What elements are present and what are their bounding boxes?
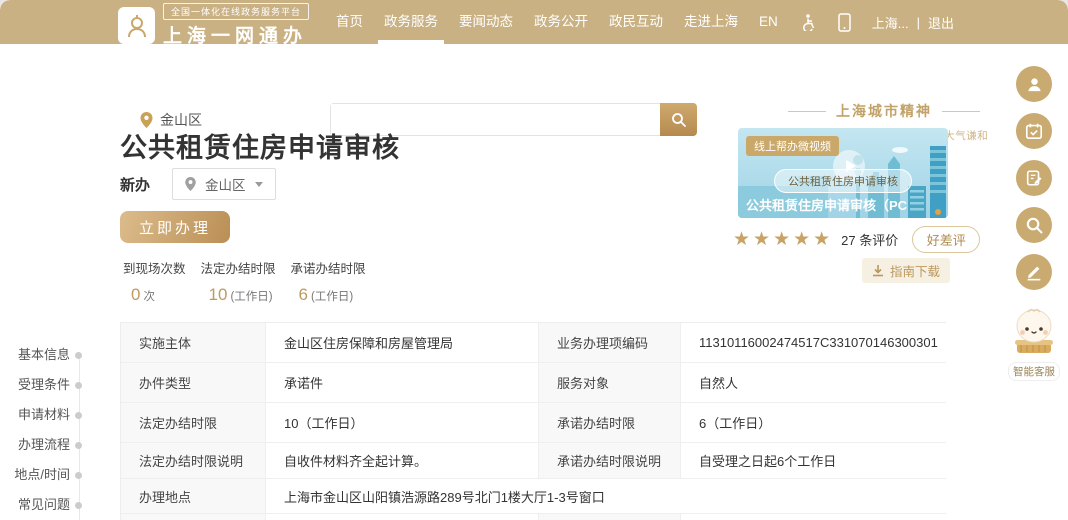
appointment-button[interactable] [1016,113,1052,149]
user-icon [1025,75,1044,94]
nav-about-shanghai[interactable]: 走进上海 [684,0,738,44]
feedback-form-button[interactable] [1016,160,1052,196]
type-row: 新办 金山区 [120,168,276,200]
anchor-dot [75,442,82,449]
table-row: 实施主体 金山区住房保障和房屋管理局 业务办理项编码 1131011600247… [121,323,945,363]
floating-toolbar: 智能客服 [1013,66,1055,381]
video-badge: 线上帮办微视频 [746,136,839,156]
decor-line-left [788,111,826,112]
region-value: 金山区 [205,174,246,194]
logout-link[interactable]: 退出 [928,13,954,32]
table-row-address: 办理地点 上海市金山区山阳镇浩源路289号北门1楼大厅1-3号窗口 [121,479,945,514]
anchor-location-time[interactable]: 地点/时间 [0,468,70,482]
stat-legal-limit: 法定办结时限 10(工作日) [201,258,276,305]
table-row: 办件类型 承诺件 服务对象 自然人 [121,363,945,403]
region-dropdown[interactable]: 金山区 [172,168,276,200]
table-row: 法定办结时限说明 自收件材料齐全起计算。 承诺办结时限说明 自受理之日起6个工作… [121,443,945,479]
star-rating-icons: ★★★★★ [733,230,833,249]
username[interactable]: 上海... [872,13,909,32]
anchor-dot [75,352,82,359]
user-area: 上海... | 退出 [872,13,954,32]
nav-home[interactable]: 首页 [336,0,363,44]
stat-promised-limit-value: 6 [299,285,308,304]
search-button[interactable] [660,103,697,136]
stat-visits: 到现场次数 0次 [123,258,186,305]
anchor-dot [75,412,82,419]
stat-legal-limit-value: 10 [209,285,228,304]
anchor-faq[interactable]: 常见问题 [0,498,70,512]
search-icon [671,112,687,128]
video-caption: 公共租赁住房申请审核（PC [746,195,907,214]
table-row: 法定办结时限 10（工作日） 承诺办结时限 6（工作日） [121,403,945,443]
basic-info-table: 实施主体 金山区住房保障和房屋管理局 业务办理项编码 1131011600247… [120,322,946,520]
anchor-dot [75,502,82,509]
help-video-thumbnail[interactable]: 线上帮办微视频 公共租赁住房申请审核 公共租赁住房申请审核（PC [738,128,948,218]
stat-promised-limit: 承诺办结时限 6(工作日) [291,258,366,305]
nav-interaction[interactable]: 政民互动 [609,0,663,44]
page: 全国一体化在线政务服务平台 上海一网通办 首页 政务服务 要闻动态 政务公开 政… [0,0,1068,520]
pen-icon [1025,263,1043,281]
nav-gov-open[interactable]: 政务公开 [534,0,588,44]
mobile-icon[interactable] [838,0,851,44]
apply-now-button[interactable]: 立即办理 [120,211,230,243]
write-review-button[interactable] [1016,254,1052,290]
nav-english[interactable]: EN [759,0,778,44]
search-rail-button[interactable] [1016,207,1052,243]
nav-news[interactable]: 要闻动态 [459,0,513,44]
rating-count: 27 条评价 [841,230,898,249]
rating-row: ★★★★★ 27 条评价 好差评 [733,226,980,253]
accessibility-icon[interactable] [799,0,817,44]
user-account-button[interactable] [1016,66,1052,102]
divider: | [917,15,920,30]
nav-gov-services[interactable]: 政务服务 [384,0,438,44]
calendar-check-icon [1025,122,1043,140]
shanghai-gov-logo-icon [118,7,155,44]
search-icon [1025,216,1044,235]
assistant-label: 智能客服 [1008,362,1060,381]
anchor-dot [75,472,82,479]
guide-download-button[interactable]: 指南下载 [862,258,950,283]
service-type-tag: 新办 [120,174,150,195]
page-title: 公共租赁住房申请审核 [120,126,400,165]
header-bar: 全国一体化在线政务服务平台 上海一网通办 首页 政务服务 要闻动态 政务公开 政… [0,0,1068,44]
anchor-dot [75,382,82,389]
anchor-conditions[interactable]: 受理条件 [0,378,70,392]
download-icon [872,265,884,277]
header-nav: 首页 政务服务 要闻动态 政务公开 政民互动 走进上海 EN 上海... | 退… [336,0,954,44]
assistant-mascot-icon [1011,303,1057,355]
site-logo[interactable]: 全国一体化在线政务服务平台 上海一网通办 [118,3,309,48]
anchor-materials[interactable]: 申请材料 [0,408,70,422]
stats-row: 到现场次数 0次 法定办结时限 10(工作日) 承诺办结时限 6(工作日) [123,258,366,305]
review-button[interactable]: 好差评 [912,226,980,253]
platform-badge: 全国一体化在线政务服务平台 [163,3,309,20]
video-title-pill: 公共租赁住房申请审核 [774,169,912,193]
smart-assistant[interactable]: 智能客服 [1008,303,1060,381]
document-edit-icon [1025,169,1043,187]
section-anchor-nav: 基本信息 受理条件 申请材料 办理流程 地点/时间 常见问题 [0,348,92,520]
anchor-basic-info[interactable]: 基本信息 [0,348,70,362]
decor-line-right [942,111,980,112]
subheader: 金山区 上海城市精神 海纳百川 · 追求卓越 · 开明睿智 · 大气谦和 [0,44,1068,110]
city-spirit-title: 上海城市精神 [836,101,932,121]
anchor-process[interactable]: 办理流程 [0,438,70,452]
chevron-down-icon [255,182,263,187]
stat-visits-value: 0 [131,285,140,304]
region-pin-icon [185,177,196,191]
table-row-partial [121,514,945,520]
